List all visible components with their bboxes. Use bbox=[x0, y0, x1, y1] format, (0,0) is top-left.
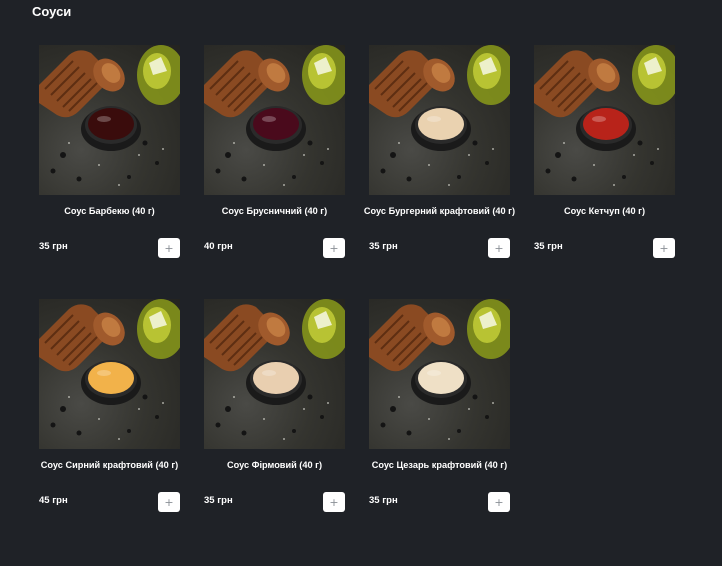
sauce-bowl bbox=[246, 106, 306, 151]
add-to-cart-button[interactable]: + bbox=[653, 238, 675, 258]
oil-bottle bbox=[302, 45, 345, 105]
plus-icon: + bbox=[659, 241, 669, 255]
add-to-cart-button[interactable]: + bbox=[158, 238, 180, 258]
sauce-bowl bbox=[81, 360, 141, 405]
plus-icon: + bbox=[494, 241, 504, 255]
product-card[interactable]: Соус Сирний крафтовий (40 г) 45 грн + bbox=[39, 299, 180, 512]
product-card[interactable]: Соус Барбекю (40 г) 35 грн + bbox=[39, 45, 180, 258]
plus-icon: + bbox=[494, 495, 504, 509]
sauce-bowl bbox=[246, 360, 306, 405]
plus-icon: + bbox=[164, 241, 174, 255]
product-price: 40 грн bbox=[204, 241, 233, 252]
oil-bottle bbox=[632, 45, 675, 105]
product-name[interactable]: Соус Фірмовий (40 г) bbox=[196, 459, 353, 471]
product-card[interactable]: Соус Фірмовий (40 г) 35 грн + bbox=[204, 299, 345, 512]
product-card[interactable]: Соус Кетчуп (40 г) 35 грн + bbox=[534, 45, 675, 258]
add-to-cart-button[interactable]: + bbox=[323, 492, 345, 512]
product-price: 35 грн bbox=[204, 495, 233, 506]
product-price: 35 грн bbox=[369, 241, 398, 252]
add-to-cart-button[interactable]: + bbox=[158, 492, 180, 512]
product-image[interactable] bbox=[39, 299, 180, 449]
sauce-bowl bbox=[576, 106, 636, 151]
product-name[interactable]: Соус Сирний крафтовий (40 г) bbox=[31, 459, 188, 471]
sauce-bowl bbox=[411, 106, 471, 151]
product-card[interactable]: Соус Цезарь крафтовий (40 г) 35 грн + bbox=[369, 299, 510, 512]
plus-icon: + bbox=[164, 495, 174, 509]
oil-bottle bbox=[137, 299, 180, 359]
product-name[interactable]: Соус Брусничний (40 г) bbox=[196, 205, 353, 217]
sauce-bowl bbox=[411, 360, 471, 405]
section-title: Соуси bbox=[32, 4, 72, 19]
oil-bottle bbox=[467, 45, 510, 105]
add-to-cart-button[interactable]: + bbox=[323, 238, 345, 258]
sauce-bowl bbox=[81, 106, 141, 151]
product-name[interactable]: Соус Бургерний крафтовий (40 г) bbox=[361, 205, 518, 217]
product-name[interactable]: Соус Цезарь крафтовий (40 г) bbox=[361, 459, 518, 471]
product-image[interactable] bbox=[369, 45, 510, 195]
plus-icon: + bbox=[329, 495, 339, 509]
product-image[interactable] bbox=[534, 45, 675, 195]
oil-bottle bbox=[467, 299, 510, 359]
product-image[interactable] bbox=[204, 299, 345, 449]
product-image[interactable] bbox=[39, 45, 180, 195]
product-name[interactable]: Соус Барбекю (40 г) bbox=[31, 205, 188, 217]
product-name[interactable]: Соус Кетчуп (40 г) bbox=[526, 205, 683, 217]
plus-icon: + bbox=[329, 241, 339, 255]
product-price: 35 грн bbox=[39, 241, 68, 252]
add-to-cart-button[interactable]: + bbox=[488, 238, 510, 258]
product-image[interactable] bbox=[204, 45, 345, 195]
product-price: 35 грн bbox=[534, 241, 563, 252]
oil-bottle bbox=[137, 45, 180, 105]
product-card[interactable]: Соус Брусничний (40 г) 40 грн + bbox=[204, 45, 345, 258]
product-price: 35 грн bbox=[369, 495, 398, 506]
product-price: 45 грн bbox=[39, 495, 68, 506]
oil-bottle bbox=[302, 299, 345, 359]
product-card[interactable]: Соус Бургерний крафтовий (40 г) 35 грн + bbox=[364, 45, 515, 258]
product-image[interactable] bbox=[369, 299, 510, 449]
add-to-cart-button[interactable]: + bbox=[488, 492, 510, 512]
